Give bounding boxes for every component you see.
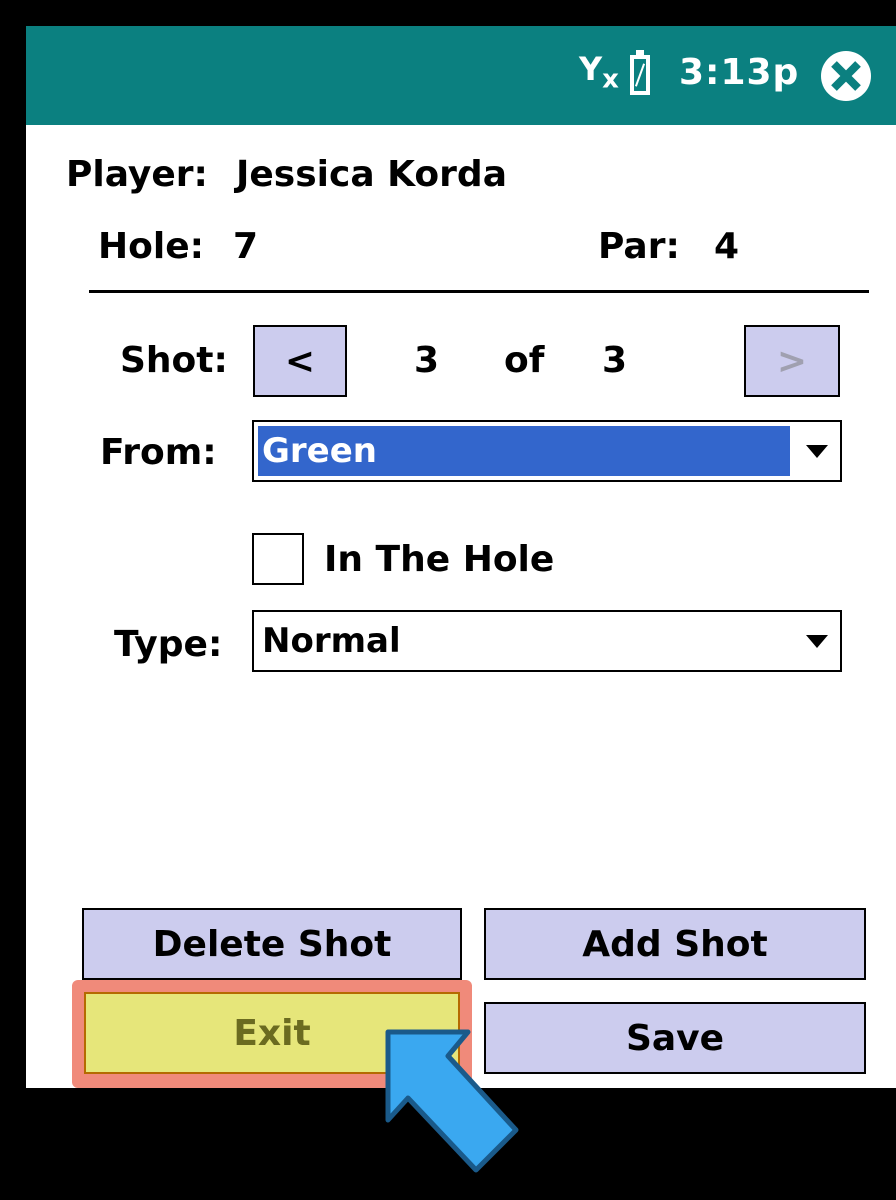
from-dropdown[interactable]: Green (252, 420, 842, 482)
add-shot-button[interactable]: Add Shot (484, 908, 866, 980)
prev-shot-button[interactable]: < (253, 325, 347, 397)
shot-label: Shot: (120, 340, 228, 381)
status-bar: Yx 3:13p (26, 26, 896, 125)
type-label: Type: (114, 624, 223, 665)
chevron-down-icon (806, 635, 828, 648)
from-label: From: (100, 432, 217, 473)
par-value: 4 (714, 226, 740, 267)
close-icon[interactable] (821, 51, 871, 101)
hole-value: 7 (233, 226, 259, 267)
chevron-down-icon (806, 445, 828, 458)
shot-of: of (504, 340, 545, 381)
from-value: Green (258, 426, 790, 476)
app-screen: Yx 3:13p Player: Jessica Korda Hole: 7 P… (26, 26, 896, 1088)
battery-icon (630, 50, 650, 95)
player-name: Jessica Korda (236, 154, 507, 195)
in-the-hole-checkbox[interactable] (252, 533, 304, 585)
player-label: Player: (66, 154, 208, 195)
shot-current: 3 (414, 340, 440, 381)
next-shot-button[interactable]: > (744, 325, 840, 397)
par-label: Par: (598, 226, 680, 267)
delete-shot-button[interactable]: Delete Shot (82, 908, 462, 980)
arrow-pointer-icon (385, 1029, 519, 1173)
device-frame: Yx 3:13p Player: Jessica Korda Hole: 7 P… (6, 6, 896, 1182)
in-the-hole-label: In The Hole (324, 539, 555, 580)
signal-off-icon: Yx (579, 50, 619, 95)
divider (89, 290, 869, 293)
hole-label: Hole: (98, 226, 205, 267)
type-dropdown[interactable]: Normal (252, 610, 842, 672)
save-button[interactable]: Save (484, 1002, 866, 1074)
type-value: Normal (262, 621, 401, 661)
shot-total: 3 (602, 340, 628, 381)
clock: 3:13p (679, 52, 800, 93)
